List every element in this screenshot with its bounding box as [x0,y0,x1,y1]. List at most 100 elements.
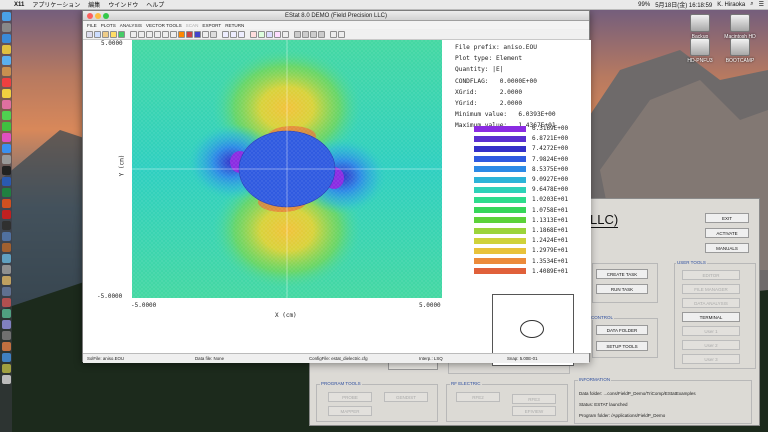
help-icon[interactable] [330,30,337,38]
appstore-dock-icon[interactable] [1,144,11,153]
info-icon[interactable] [318,30,325,38]
app-dock-icon[interactable] [1,232,11,241]
setup-tools-button[interactable]: SETUP TOOLS [596,341,648,351]
word-dock-icon[interactable] [1,177,11,186]
play-icon[interactable] [118,30,125,38]
manuals-button[interactable]: MANUALS [705,243,749,253]
notes-dock-icon[interactable] [1,89,11,98]
spotlight-icon[interactable]: ⌕ [750,1,753,8]
export-image-icon[interactable] [310,30,317,38]
probe-button[interactable]: PROBE [328,392,372,402]
desktop-drive-hd-pnfu3[interactable]: HD-PNFU3 [680,38,720,64]
preferences-dock-icon[interactable] [1,155,11,164]
trash-dock-icon[interactable] [1,375,11,384]
open-file-icon[interactable] [86,30,93,38]
menu-plots[interactable]: PLOTS [101,23,116,28]
line-scan-icon[interactable] [222,30,229,38]
run-task-button[interactable]: RUN TASK [596,284,648,294]
exit-icon[interactable] [338,30,345,38]
menu-vector-tools[interactable]: VECTOR TOOLS [146,23,182,28]
settings-icon[interactable] [282,30,289,38]
activate-button[interactable]: ACTIVATE [705,228,749,238]
menubar-item-applications[interactable]: アプリケーション [32,0,80,9]
app-dock-icon[interactable] [1,309,11,318]
user-name[interactable]: K. Hiraoka [717,2,745,8]
app-dock-icon[interactable] [1,298,11,307]
zoom-out-icon[interactable] [146,30,153,38]
pencil-icon[interactable] [110,30,117,38]
mail-dock-icon[interactable] [1,56,11,65]
gendist-button[interactable]: GENDIST [384,392,428,402]
menubar-item-window[interactable]: ウインドウ [108,0,138,9]
menu-analysis[interactable]: ANALYSIS [120,23,142,28]
calendar-dock-icon[interactable] [1,78,11,87]
desktop-drive-backup[interactable]: Backup [680,14,720,40]
itunes-dock-icon[interactable] [1,133,11,142]
vector-plot-icon[interactable] [194,30,201,38]
editor-button[interactable]: EDITOR [682,270,740,280]
app-dock-icon[interactable] [1,342,11,351]
terminal-button[interactable]: TERMINAL [682,312,740,322]
zoom-in-icon[interactable] [138,30,145,38]
copy-icon[interactable] [302,30,309,38]
app-dock-icon[interactable] [1,353,11,362]
app-dock-icon[interactable] [1,287,11,296]
pan-icon[interactable] [154,30,161,38]
zoom-window-tool-icon[interactable] [130,30,137,38]
data-folder-button[interactable]: DATA FOLDER [596,325,648,335]
photos-dock-icon[interactable] [1,100,11,109]
surface-plot-icon[interactable] [202,30,209,38]
integral-icon[interactable] [238,30,245,38]
menu-file[interactable]: FILE [87,23,97,28]
desktop-drive-macintosh-hd[interactable]: Macintosh HD [720,14,760,40]
launchpad-dock-icon[interactable] [1,23,11,32]
window-titlebar[interactable]: EStat 8.0 DEMO (Field Precision LLC) [83,11,589,21]
user-3-button[interactable]: User 3 [682,354,740,364]
finder-dock-icon[interactable] [1,12,11,21]
app-dock-icon[interactable] [1,276,11,285]
terminal-dock-icon[interactable] [1,166,11,175]
snap-icon[interactable] [258,30,265,38]
user-2-button[interactable]: User 2 [682,340,740,350]
full-view-icon[interactable] [162,30,169,38]
measure-icon[interactable] [266,30,273,38]
marker-icon[interactable] [250,30,257,38]
contour-icon[interactable] [178,30,185,38]
menubar-item-help[interactable]: ヘルプ [146,0,164,9]
x11-dock-icon[interactable] [1,221,11,230]
file-manager-button[interactable]: FILE MANAGER [682,284,740,294]
menubar-item-edit[interactable]: 編集 [88,0,100,9]
color-icon[interactable] [274,30,281,38]
rfe2-button[interactable]: RFE2 [456,392,500,402]
chrome-dock-icon[interactable] [1,45,11,54]
desktop-drive-bootcamp[interactable]: BOOTCAMP [720,38,760,64]
app-dock-icon[interactable] [1,364,11,373]
app-dock-icon[interactable] [1,243,11,252]
rfe3-button[interactable]: RFE3 [512,394,556,404]
app-dock-icon[interactable] [1,254,11,263]
messages-dock-icon[interactable] [1,111,11,120]
app-dock-icon[interactable] [1,265,11,274]
region-icon[interactable] [210,30,217,38]
excel-dock-icon[interactable] [1,188,11,197]
grid-icon[interactable] [170,30,177,38]
battery-indicator[interactable]: 99% [638,2,650,8]
menu-export[interactable]: EXPORT [202,23,221,28]
field-element-plot[interactable] [132,40,442,298]
print-icon[interactable] [294,30,301,38]
safari-dock-icon[interactable] [1,34,11,43]
app-dock-icon[interactable] [1,331,11,340]
powerpoint-dock-icon[interactable] [1,199,11,208]
folder-icon[interactable] [102,30,109,38]
acrobat-dock-icon[interactable] [1,210,11,219]
create-task-button[interactable]: CREATE TASK [596,269,648,279]
point-probe-icon[interactable] [230,30,237,38]
contacts-dock-icon[interactable] [1,67,11,76]
efiview-button[interactable]: EFIVIEW [512,406,556,416]
save-icon[interactable] [94,30,101,38]
menu-scan[interactable]: SCAN [186,23,199,28]
clock[interactable]: 5月18日(金) 16:18:59 [655,0,712,9]
element-plot-icon[interactable] [186,30,193,38]
data-analysis-button[interactable]: DATA ANALYSIS [682,298,740,308]
menubar-app-name[interactable]: X11 [14,2,24,8]
